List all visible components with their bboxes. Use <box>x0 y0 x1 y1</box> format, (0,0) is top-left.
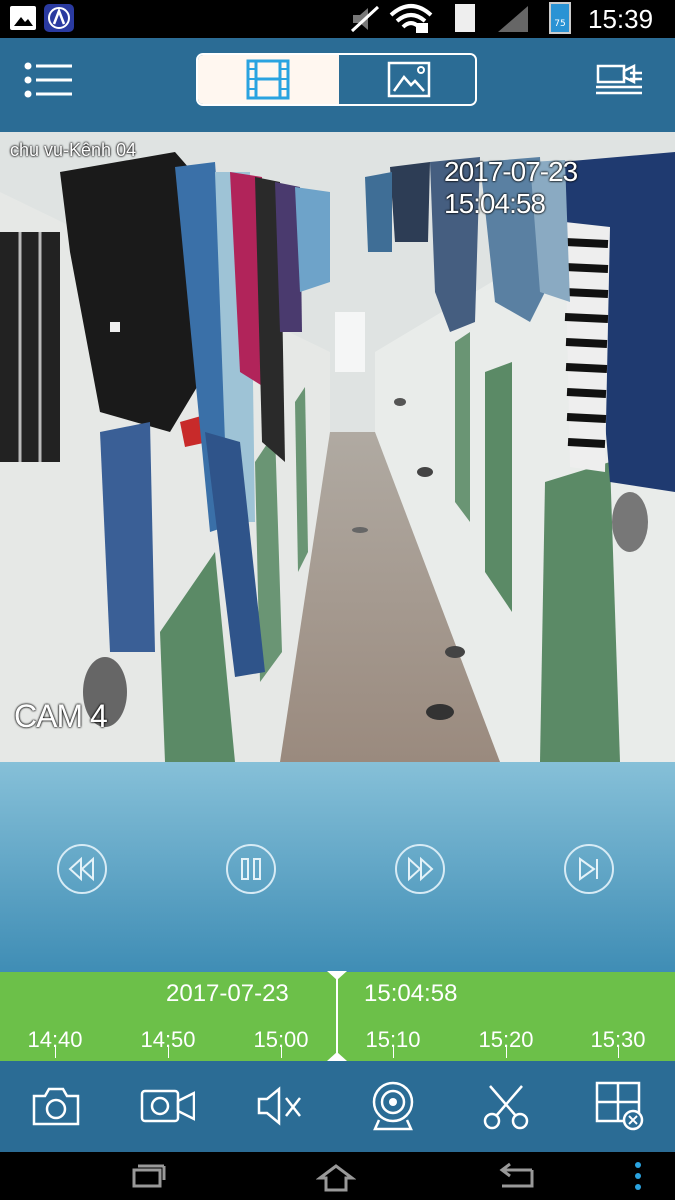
bottom-toolbar <box>0 1061 675 1152</box>
camera-icon <box>32 1087 80 1126</box>
home-icon[interactable] <box>315 1162 357 1196</box>
playback-controls <box>0 762 675 972</box>
sim-icon <box>455 4 475 32</box>
tick-mark <box>393 1046 394 1058</box>
image-tab[interactable] <box>339 55 475 104</box>
snapshot-button[interactable] <box>28 1078 84 1134</box>
rewind-button[interactable] <box>57 844 107 894</box>
camera-label: CAM 4 <box>14 698 108 734</box>
pause-button[interactable] <box>226 844 276 894</box>
cursor-top-marker <box>327 971 347 980</box>
next-frame-button[interactable] <box>564 844 614 894</box>
timeline-cursor[interactable] <box>336 972 338 1061</box>
battery-icon: 75 <box>549 2 571 34</box>
image-notification-icon <box>10 6 36 30</box>
tick-mark <box>506 1046 507 1058</box>
video-feed[interactable]: chu vu-Kênh 04 2017-07-23 15:04:58 CAM 4 <box>0 132 675 762</box>
pause-icon <box>241 858 261 880</box>
system-nav-bar <box>0 1152 675 1200</box>
rewind-icon <box>68 856 94 882</box>
signal-icon <box>496 4 530 38</box>
speaker-mute-icon <box>257 1086 301 1126</box>
stream-button[interactable] <box>365 1078 421 1134</box>
picture-icon <box>387 61 431 98</box>
timeline-date: 2017-07-23 <box>166 980 289 1007</box>
back-icon[interactable] <box>494 1162 538 1196</box>
view-toggle <box>196 53 477 106</box>
tick-mark <box>281 1046 282 1058</box>
tick-mark <box>618 1046 619 1058</box>
close-window-button[interactable] <box>591 1078 647 1134</box>
clock: 15:39 <box>588 4 654 34</box>
fast-forward-button[interactable] <box>395 844 445 894</box>
film-icon <box>246 59 290 100</box>
battery-level: 75 <box>554 19 566 29</box>
scissors-icon <box>483 1085 529 1130</box>
mute-icon <box>350 5 380 37</box>
timeline-time: 15:04:58 <box>364 980 458 1007</box>
clip-button[interactable] <box>478 1078 534 1134</box>
channel-label: chu vu-Kênh 04 <box>10 140 137 160</box>
fast-forward-icon <box>408 856 434 882</box>
recent-apps-icon[interactable] <box>128 1162 168 1194</box>
video-playback-tab[interactable] <box>198 55 339 104</box>
tick-mark <box>168 1046 169 1058</box>
recording-list-icon[interactable] <box>594 63 644 99</box>
tick-mark <box>55 1046 56 1058</box>
video-camera-icon <box>140 1089 195 1123</box>
header <box>0 38 675 132</box>
overflow-menu-icon[interactable] <box>633 1160 643 1198</box>
app-notification-icon <box>44 4 74 32</box>
grid-close-icon <box>595 1081 644 1131</box>
timestamp-overlay: 2017-07-23 15:04:58 <box>444 156 578 219</box>
record-button[interactable] <box>139 1078 195 1134</box>
mute-button[interactable] <box>251 1078 307 1134</box>
wifi-icon <box>388 3 434 39</box>
status-bar: 75 15:39 <box>0 0 675 38</box>
webcam-icon <box>372 1081 414 1131</box>
camera-scene <box>0 132 675 762</box>
next-frame-icon <box>579 857 598 881</box>
menu-icon[interactable] <box>22 60 74 100</box>
